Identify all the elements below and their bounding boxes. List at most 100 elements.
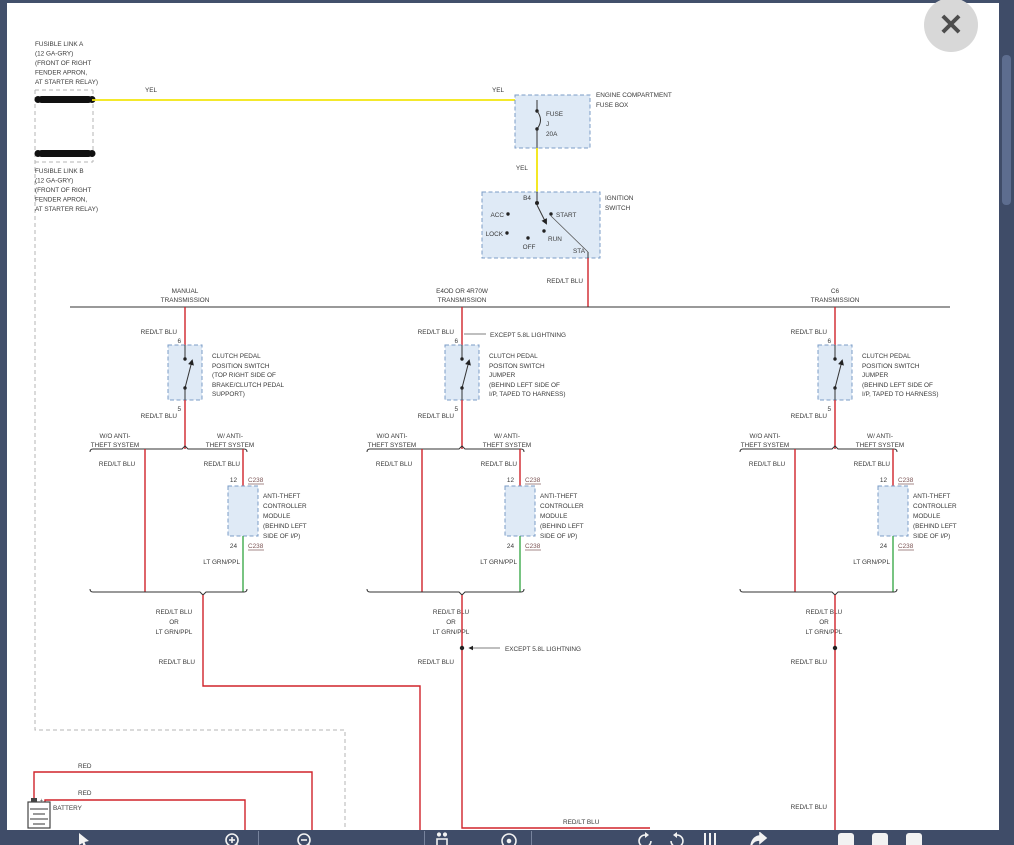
wire-label: LT GRN/PPL bbox=[203, 559, 240, 566]
fuse-box-title: ENGINE COMPARTMENT bbox=[596, 92, 672, 99]
wire-label: RED/LT BLU bbox=[418, 413, 455, 420]
ignition-position: STA bbox=[573, 248, 586, 255]
component-label: CLUTCH PEDAL bbox=[489, 353, 538, 360]
component-label: MODULE bbox=[913, 513, 940, 520]
option-label: W/ ANTI- bbox=[217, 433, 243, 440]
option-label: THEFT SYSTEM bbox=[206, 442, 255, 449]
option-label: THEFT SYSTEM bbox=[741, 442, 790, 449]
option-label: THEFT SYSTEM bbox=[368, 442, 417, 449]
ignition-title: IGNITION bbox=[605, 195, 634, 202]
fusible-a-label: AT STARTER RELAY) bbox=[35, 79, 98, 86]
close-button[interactable]: ✕ bbox=[924, 0, 978, 52]
battery-label: BATTERY bbox=[53, 805, 83, 812]
fusible-b-label: (12 GA-GRY) bbox=[35, 178, 73, 185]
wire-label: RED/LT BLU bbox=[791, 329, 828, 336]
svg-text:+: + bbox=[40, 798, 43, 804]
component-label: I/P, TAPED TO HARNESS) bbox=[862, 391, 938, 398]
branch-header: MANUAL bbox=[172, 288, 199, 295]
fusible-link-a-bar bbox=[38, 96, 92, 103]
note-label: EXCEPT 5.8L LIGHTNING bbox=[490, 332, 566, 339]
wire-label: RED bbox=[78, 790, 92, 797]
toolbar-button-3[interactable] bbox=[906, 833, 922, 845]
close-icon: ✕ bbox=[938, 8, 963, 43]
ignition-position: OFF bbox=[523, 244, 536, 251]
component-label: (BEHIND LEFT bbox=[263, 523, 307, 530]
component-label: (BEHIND LEFT bbox=[540, 523, 584, 530]
bottom-toolbar bbox=[0, 830, 1014, 845]
wire-label: LT GRN/PPL bbox=[433, 629, 470, 636]
wire-label: LT GRN/PPL bbox=[806, 629, 843, 636]
wire-label: RED/LT BLU bbox=[563, 819, 600, 826]
component-label: (BEHIND LEFT bbox=[913, 523, 957, 530]
branch-header: TRANSMISSION bbox=[811, 297, 860, 304]
component-label: SIDE OF I/P) bbox=[540, 533, 577, 540]
wire-label: YEL bbox=[492, 87, 505, 94]
wire-label: LT GRN/PPL bbox=[156, 629, 193, 636]
wire-label: YEL bbox=[516, 165, 529, 172]
fusible-b-label: (FRONT OF RIGHT bbox=[35, 187, 91, 194]
fusible-b-label: FUSIBLE LINK B bbox=[35, 168, 84, 175]
wire-label: RED/LT BLU bbox=[99, 461, 136, 468]
wire-label: RED/LT BLU bbox=[156, 609, 193, 616]
option-label: W/O ANTI- bbox=[100, 433, 131, 440]
vertical-scrollbar[interactable] bbox=[999, 0, 1014, 845]
connector-label: C238 bbox=[525, 477, 541, 484]
pin-label: 12 bbox=[507, 477, 515, 484]
fusible-b-label: FENDER APRON, bbox=[35, 197, 87, 204]
toolbar-button-1[interactable] bbox=[838, 833, 854, 845]
component-label: (BEHIND LEFT SIDE OF bbox=[862, 382, 933, 389]
undo-icon[interactable] bbox=[636, 832, 654, 845]
fusible-a-label: FUSIBLE LINK A bbox=[35, 41, 84, 48]
comment-icon[interactable] bbox=[500, 832, 518, 845]
share-icon[interactable] bbox=[750, 832, 768, 845]
pin-label: 6 bbox=[177, 338, 181, 345]
component-label: CONTROLLER bbox=[540, 503, 584, 510]
wire-label: RED/LT BLU bbox=[418, 659, 455, 666]
wiring-diagram-canvas: FUSIBLE LINK A (12 GA-GRY) (FRONT OF RIG… bbox=[0, 0, 1014, 845]
branch-header: E4OD OR 4R70W bbox=[436, 288, 489, 295]
toolbar-separator bbox=[424, 831, 425, 845]
option-label: W/ ANTI- bbox=[867, 433, 893, 440]
redo-icon[interactable] bbox=[668, 832, 686, 845]
component-label: POSITON SWITCH bbox=[489, 363, 545, 370]
component-label: SIDE OF I/P) bbox=[913, 533, 950, 540]
note-label: EXCEPT 5.8L LIGHTNING bbox=[505, 646, 581, 653]
wire-label: RED/LT BLU bbox=[854, 461, 891, 468]
fusible-link-b-bar bbox=[38, 150, 92, 157]
pin-label: 5 bbox=[827, 406, 831, 413]
option-label: W/O ANTI- bbox=[377, 433, 408, 440]
connector-label: C238 bbox=[525, 543, 541, 550]
component-label: CLUTCH PEDAL bbox=[862, 353, 911, 360]
zoom-out-icon[interactable] bbox=[296, 832, 314, 845]
toolbar-separator bbox=[531, 831, 532, 845]
wire-label: RED/LT BLU bbox=[141, 329, 178, 336]
pin-label: 24 bbox=[507, 543, 515, 550]
toolbar-button-2[interactable] bbox=[872, 833, 888, 845]
component-label: CLUTCH PEDAL bbox=[212, 353, 261, 360]
wire-label: RED/LT BLU bbox=[433, 609, 470, 616]
wire-label: YEL bbox=[145, 87, 158, 94]
fusible-a-label: (FRONT OF RIGHT bbox=[35, 60, 91, 67]
component-label: JUMPER bbox=[862, 372, 889, 379]
wire-label: RED bbox=[78, 763, 92, 770]
connector-label: B4 bbox=[523, 195, 531, 202]
pages-icon[interactable] bbox=[702, 832, 718, 845]
zoom-in-icon[interactable] bbox=[224, 832, 242, 845]
pin-label: 12 bbox=[230, 477, 238, 484]
notes-icon[interactable] bbox=[434, 832, 450, 845]
component-label: (TOP RIGHT SIDE OF bbox=[212, 372, 276, 379]
wire-label: RED/LT BLU bbox=[418, 329, 455, 336]
wire-label: RED/LT BLU bbox=[376, 461, 413, 468]
pin-label: 6 bbox=[454, 338, 458, 345]
scrollbar-thumb[interactable] bbox=[1002, 55, 1011, 205]
ignition-title: SWITCH bbox=[605, 205, 631, 212]
component-label: SIDE OF I/P) bbox=[263, 533, 300, 540]
wire-label: RED/LT BLU bbox=[159, 659, 196, 666]
wire-label: OR bbox=[819, 619, 829, 626]
ignition-position: START bbox=[556, 212, 576, 219]
pin-label: 6 bbox=[827, 338, 831, 345]
component-label: POSITION SWITCH bbox=[212, 363, 270, 370]
component-label: I/P, TAPED TO HARNESS) bbox=[489, 391, 565, 398]
cursor-icon[interactable] bbox=[78, 832, 91, 845]
component-label: JUMPER bbox=[489, 372, 516, 379]
